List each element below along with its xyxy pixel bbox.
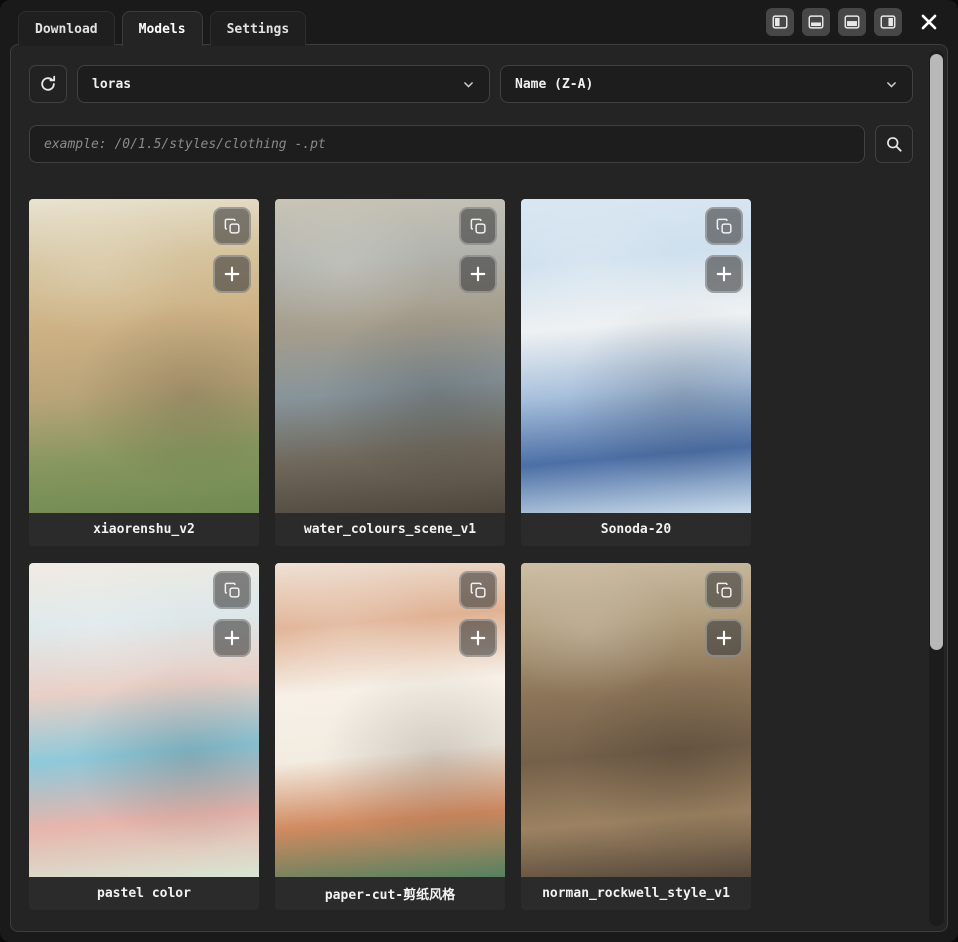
copy-model-button[interactable] [213, 207, 251, 245]
model-name: norman_rockwell_style_v1 [521, 877, 751, 910]
close-button[interactable] [914, 7, 944, 37]
chevron-down-icon [885, 78, 898, 91]
dock-bottom-icon [807, 13, 825, 31]
add-model-button[interactable] [705, 255, 743, 293]
add-model-button[interactable] [213, 619, 251, 657]
copy-model-button[interactable] [459, 571, 497, 609]
copy-model-button[interactable] [459, 207, 497, 245]
search-input[interactable] [29, 125, 865, 163]
model-card[interactable]: water_colours_scene_v1 [275, 199, 505, 546]
copy-icon [715, 581, 734, 600]
dock-right-icon [879, 13, 897, 31]
chevron-down-icon [462, 78, 475, 91]
model-card[interactable]: norman_rockwell_style_v1 [521, 563, 751, 910]
vertical-scrollbar[interactable] [929, 50, 944, 926]
model-thumbnail [29, 563, 259, 877]
plus-icon [222, 628, 242, 648]
tab-models[interactable]: Models [122, 11, 203, 46]
copy-model-button[interactable] [705, 571, 743, 609]
model-browser-window: Download Models Settings [0, 0, 958, 942]
copy-icon [223, 217, 242, 236]
scrollbar-thumb[interactable] [930, 54, 943, 650]
copy-model-button[interactable] [705, 207, 743, 245]
tab-bar: Download Models Settings [18, 10, 306, 45]
tab-settings[interactable]: Settings [210, 11, 307, 46]
add-model-button[interactable] [459, 619, 497, 657]
sort-select[interactable]: Name (Z-A) [500, 65, 913, 103]
model-name: paper-cut-剪纸风格 [275, 877, 505, 910]
dock-right-button[interactable] [874, 8, 902, 36]
plus-icon [714, 264, 734, 284]
model-thumbnail [521, 199, 751, 513]
model-card[interactable]: xiaorenshu_v2 [29, 199, 259, 546]
card-actions [705, 207, 743, 293]
search-button[interactable] [875, 125, 913, 163]
model-name: xiaorenshu_v2 [29, 513, 259, 546]
card-actions [459, 207, 497, 293]
close-icon [918, 11, 940, 33]
model-card[interactable]: pastel color [29, 563, 259, 910]
model-type-value: loras [92, 77, 131, 92]
model-thumbnail [29, 199, 259, 513]
model-thumbnail [275, 199, 505, 513]
model-card[interactable]: Sonoda-20 [521, 199, 751, 546]
dock-left-icon [771, 13, 789, 31]
top-bar: Download Models Settings [0, 0, 958, 45]
search-bar [29, 125, 913, 163]
copy-icon [469, 217, 488, 236]
copy-model-button[interactable] [213, 571, 251, 609]
search-icon [884, 134, 904, 154]
plus-icon [468, 264, 488, 284]
refresh-icon [38, 74, 58, 94]
add-model-button[interactable] [459, 255, 497, 293]
dock-bottom-large-icon [843, 13, 861, 31]
plus-icon [468, 628, 488, 648]
refresh-button[interactable] [29, 65, 67, 103]
tab-download[interactable]: Download [18, 11, 115, 46]
models-panel: loras Name (Z-A) [10, 44, 948, 932]
card-actions [213, 571, 251, 657]
model-name: pastel color [29, 877, 259, 910]
model-type-select[interactable]: loras [77, 65, 490, 103]
sort-value: Name (Z-A) [515, 77, 593, 92]
copy-icon [715, 217, 734, 236]
model-thumbnail [521, 563, 751, 877]
card-actions [705, 571, 743, 657]
add-model-button[interactable] [213, 255, 251, 293]
model-name: Sonoda-20 [521, 513, 751, 546]
dock-bottom-large-button[interactable] [838, 8, 866, 36]
window-controls [766, 7, 944, 37]
plus-icon [714, 628, 734, 648]
plus-icon [222, 264, 242, 284]
dock-left-button[interactable] [766, 8, 794, 36]
model-card[interactable]: paper-cut-剪纸风格 [275, 563, 505, 910]
copy-icon [469, 581, 488, 600]
model-name: water_colours_scene_v1 [275, 513, 505, 546]
dock-bottom-button[interactable] [802, 8, 830, 36]
copy-icon [223, 581, 242, 600]
add-model-button[interactable] [705, 619, 743, 657]
model-card-grid: xiaorenshu_v2 [29, 199, 913, 910]
card-actions [213, 207, 251, 293]
toolbar: loras Name (Z-A) [29, 65, 913, 103]
card-actions [459, 571, 497, 657]
model-thumbnail [275, 563, 505, 877]
